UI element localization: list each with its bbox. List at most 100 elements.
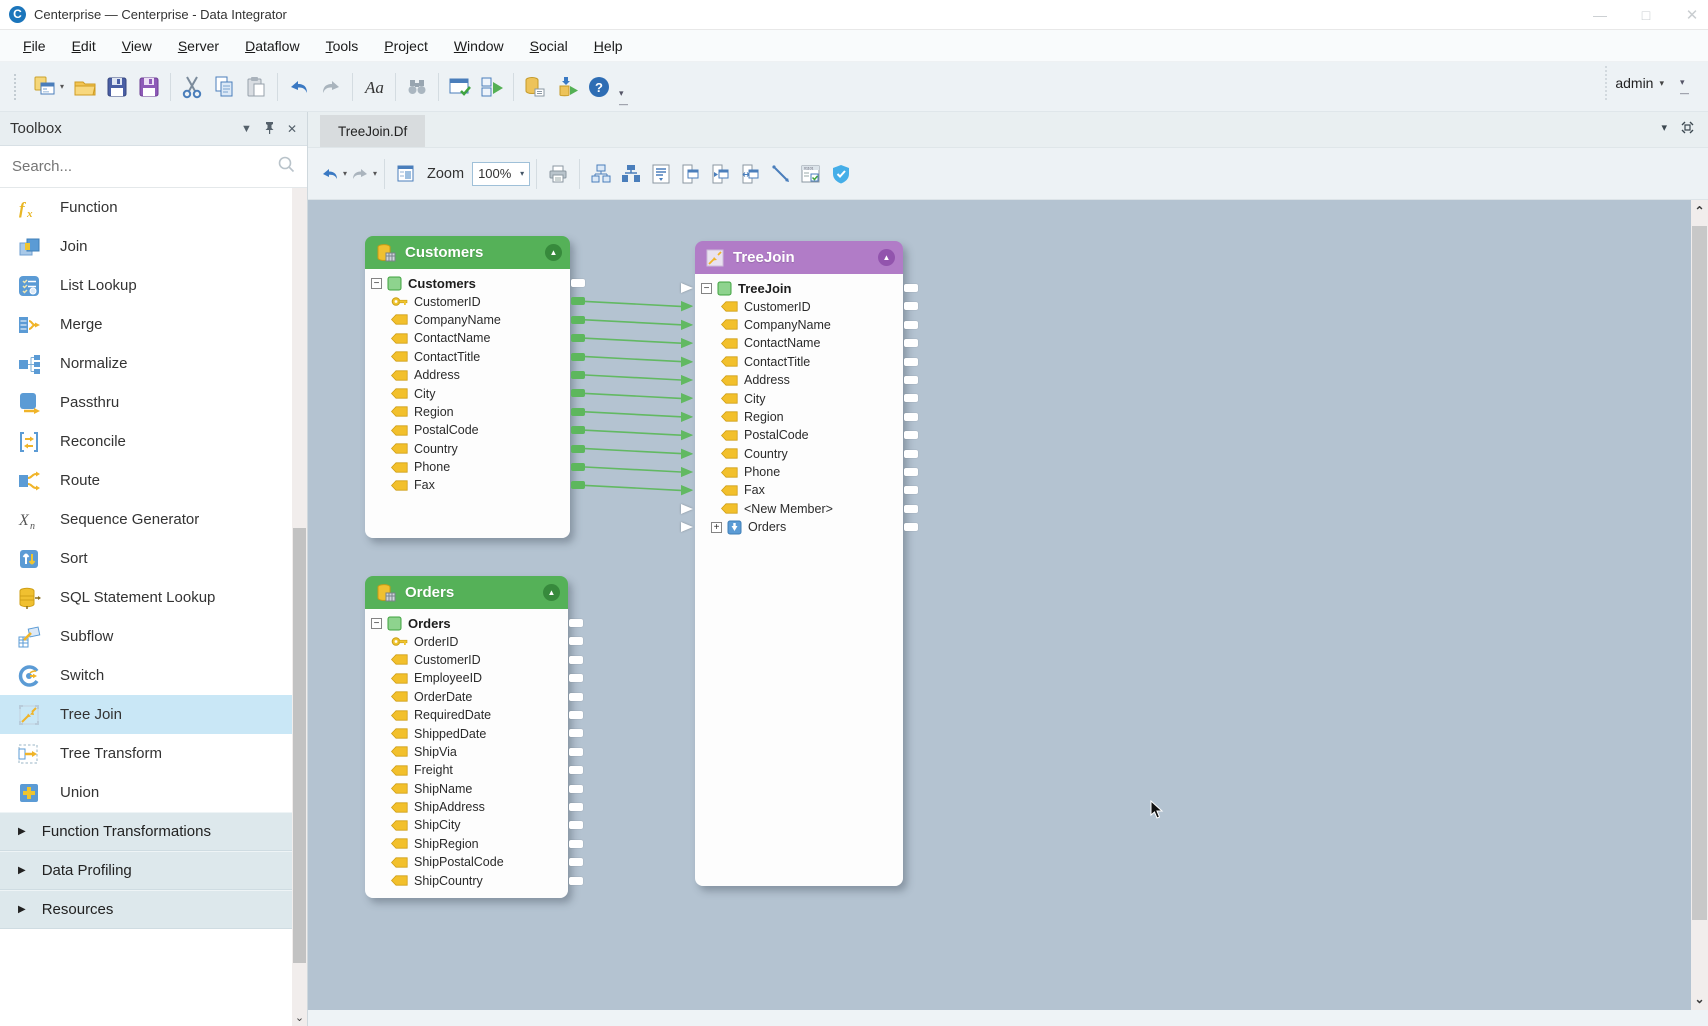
verify-dataflow-button[interactable] (826, 157, 856, 191)
toolbox-scroll-down-icon[interactable]: ⌄ (292, 1011, 307, 1024)
run-dataflow-button[interactable] (476, 70, 508, 104)
output-port-white[interactable] (571, 279, 585, 287)
output-port-white[interactable] (569, 711, 583, 719)
preview-button[interactable] (444, 70, 476, 104)
dropdown-caret-icon[interactable]: ▾ (343, 169, 347, 178)
toolbox-item-function[interactable]: fxFunction (0, 188, 293, 227)
input-port-green[interactable] (681, 393, 693, 403)
output-port-green[interactable] (571, 408, 585, 416)
toolbox-item-union[interactable]: Union (0, 773, 293, 812)
field-row-region[interactable]: Region (365, 403, 570, 421)
field-row-country[interactable]: Country (365, 440, 570, 458)
output-port-green[interactable] (571, 463, 585, 471)
field-row-orderdate[interactable]: OrderDate (365, 688, 568, 706)
toolbar-overflow-icon[interactable]: ▾― (619, 88, 627, 111)
menu-social[interactable]: Social (519, 33, 579, 59)
toolbox-search-input[interactable] (12, 158, 277, 175)
document-tab[interactable]: TreeJoin.Df (320, 115, 425, 147)
field-row-city[interactable]: City (365, 384, 570, 402)
collapse-node-button[interactable]: ▲ (878, 249, 895, 266)
input-port-green[interactable] (681, 467, 693, 477)
input-port-green[interactable] (681, 338, 693, 348)
toolbox-item-join[interactable]: Join (0, 227, 293, 266)
dropdown-caret-icon[interactable]: ▾ (373, 169, 377, 178)
output-port-green[interactable] (571, 371, 585, 379)
menu-view[interactable]: View (111, 33, 163, 59)
output-port-white[interactable] (904, 431, 918, 439)
collapse-nodes-button[interactable] (676, 157, 706, 191)
output-port-green[interactable] (571, 389, 585, 397)
collapse-expander-icon[interactable]: − (701, 283, 712, 294)
output-port-white[interactable] (904, 468, 918, 476)
input-port-green[interactable] (681, 449, 693, 459)
zoom-caret-icon[interactable]: ▾ (520, 169, 524, 178)
collapse-node-button[interactable]: ▲ (543, 584, 560, 601)
toolbox-item-list-lookup[interactable]: List Lookup (0, 266, 293, 305)
expand-nodes-button[interactable] (706, 157, 736, 191)
field-row-newmember[interactable]: <New Member> (695, 500, 903, 518)
field-row-customerid[interactable]: CustomerID (695, 297, 903, 315)
toolbox-item-normalize[interactable]: Normalize (0, 344, 293, 383)
minimize-button[interactable]: — (1592, 7, 1608, 23)
input-port-green[interactable] (681, 412, 693, 422)
toolbox-item-route[interactable]: Route (0, 461, 293, 500)
field-row-companyname[interactable]: CompanyName (695, 316, 903, 334)
float-window-icon[interactable] (1681, 121, 1694, 137)
auto-layout-org-button[interactable] (586, 157, 616, 191)
canvas-vertical-scrollbar[interactable]: ⌃ ⌄ (1691, 200, 1708, 1010)
output-port-white[interactable] (904, 321, 918, 329)
field-row-contactname[interactable]: ContactName (695, 334, 903, 352)
output-port-green[interactable] (571, 426, 585, 434)
node-treejoin[interactable]: TreeJoin ▲−TreeJoinCustomerIDCompanyName… (695, 241, 903, 886)
canvas-scroll-up-icon[interactable]: ⌃ (1691, 204, 1708, 218)
field-row-orders[interactable]: +Orders (695, 518, 903, 536)
expand-expander-icon[interactable]: + (711, 522, 722, 533)
output-port-white[interactable] (904, 450, 918, 458)
preview-data-button[interactable]: 01101 (796, 157, 826, 191)
zoom-select[interactable]: 100%▾ (472, 162, 530, 186)
collapse-node-button[interactable]: ▲ (545, 244, 562, 261)
output-port-white[interactable] (569, 877, 583, 885)
collapse-expander-icon[interactable]: − (371, 278, 382, 289)
menu-tools[interactable]: Tools (315, 33, 370, 59)
toolbox-item-tree-transform[interactable]: Tree Transform (0, 734, 293, 773)
input-port-white[interactable] (681, 283, 693, 293)
field-row-shipcity[interactable]: ShipCity (365, 816, 568, 834)
menu-dataflow[interactable]: Dataflow (234, 33, 310, 59)
toolbox-item-sequence-generator[interactable]: XnSequence Generator (0, 500, 293, 539)
toolbox-item-subflow[interactable]: Subflow (0, 617, 293, 656)
output-port-white[interactable] (904, 505, 918, 513)
field-row-shipvia[interactable]: ShipVia (365, 743, 568, 761)
menu-project[interactable]: Project (373, 33, 439, 59)
maximize-button[interactable]: □ (1638, 7, 1654, 23)
menu-edit[interactable]: Edit (61, 33, 107, 59)
field-row-customerid[interactable]: CustomerID (365, 651, 568, 669)
toolbox-close-icon[interactable]: ✕ (287, 122, 297, 136)
input-port-green[interactable] (681, 375, 693, 385)
toolbox-scrollbar[interactable]: ⌄ (292, 188, 307, 1026)
dataflow-canvas[interactable]: Customers ▲−CustomersCustomerIDCompanyNa… (308, 200, 1691, 1010)
save-button[interactable] (101, 70, 133, 104)
field-row-phone[interactable]: Phone (695, 463, 903, 481)
output-port-white[interactable] (569, 693, 583, 701)
print-button[interactable] (543, 157, 573, 191)
field-row-phone[interactable]: Phone (365, 458, 570, 476)
output-port-white[interactable] (569, 674, 583, 682)
input-port-green[interactable] (681, 301, 693, 311)
output-port-white[interactable] (569, 748, 583, 756)
field-row-orderid[interactable]: OrderID (365, 632, 568, 650)
field-row-freight[interactable]: Freight (365, 761, 568, 779)
field-row-contactname[interactable]: ContactName (365, 329, 570, 347)
canvas-scrollbar-thumb[interactable] (1692, 226, 1707, 920)
field-row-orders[interactable]: −Orders (365, 614, 568, 632)
tab-list-caret-icon[interactable]: ▾ (1661, 121, 1667, 137)
canvas-scroll-down-icon[interactable]: ⌄ (1691, 992, 1708, 1006)
toolbox-section-resources[interactable]: ▶Resources (0, 890, 293, 929)
field-row-shippeddate[interactable]: ShippedDate (365, 724, 568, 742)
field-row-customerid[interactable]: CustomerID (365, 292, 570, 310)
output-port-green[interactable] (571, 316, 585, 324)
field-row-shipcountry[interactable]: ShipCountry (365, 871, 568, 889)
output-port-white[interactable] (569, 619, 583, 627)
redo-button[interactable] (315, 70, 347, 104)
field-row-contacttitle[interactable]: ContactTitle (365, 348, 570, 366)
